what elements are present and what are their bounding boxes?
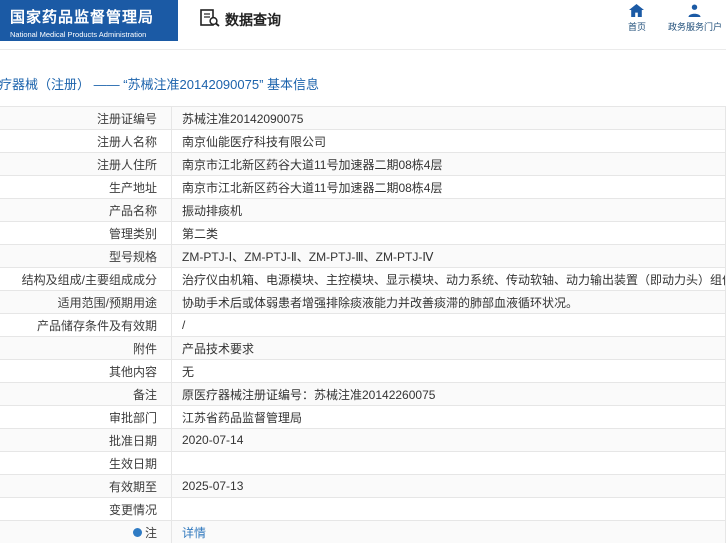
row-label: 产品名称 [0,199,172,221]
home-icon [629,4,645,17]
nav-home[interactable]: 首页 [628,4,646,33]
site-title: 国家药品监督管理局 [10,9,155,26]
site-header: 国家药品监督管理局 National Medical Products Admi… [0,0,726,50]
table-row: 生效日期 [0,452,725,475]
row-value: 原医疗器械注册证编号：苏械注准20142260075 [182,387,436,402]
note-icon [132,527,142,537]
table-row: 管理类别 第二类 [0,222,725,245]
row-value [172,498,725,520]
row-value: 2025-07-13 [182,479,244,493]
row-label: 其他内容 [0,360,172,382]
row-value: ZM-PTJ-Ⅰ、ZM-PTJ-Ⅱ、ZM-PTJ-Ⅲ、ZM-PTJ-Ⅳ [182,249,434,264]
site-subtitle: National Medical Products Administration [10,30,147,39]
row-value: 产品技术要求 [182,341,255,356]
row-label: 批准日期 [0,429,172,451]
nav-portal-label: 政务服务门户 [667,22,722,32]
data-query-label: 数据查询 [225,11,281,28]
table-row: 备注 原医疗器械注册证编号：苏械注准20142260075 [0,383,725,406]
data-query-section: 数据查询 [200,9,281,30]
table-row: 结构及组成/主要组成成分 治疗仪由机箱、电源模块、主控模块、显示模块、动力系统、… [0,268,725,291]
row-label: 适用范围/预期用途 [0,291,172,313]
row-label: 备注 [0,383,172,405]
row-value: 振动排痰机 [182,203,243,218]
table-row: 注册人住所 南京市江北新区药谷大道11号加速器二期08栋4层 [0,153,725,176]
table-row: 生产地址 南京市江北新区药谷大道11号加速器二期08栋4层 [0,176,725,199]
row-value: 江苏省药品监督管理局 [182,410,303,425]
row-label: 附件 [0,337,172,359]
row-label: 生产地址 [0,176,172,198]
table-row: 变更情况 [0,498,725,521]
row-value: 南京仙能医疗科技有限公司 [182,134,327,149]
row-value: 治疗仪由机箱、电源模块、主控模块、显示模块、动力系统、传动软轴、动力输出装置（即… [182,272,725,287]
row-value: 第二类 [182,226,219,241]
row-value: 2020-07-14 [182,433,244,447]
row-value: / [182,318,186,332]
table-row: 注册证编号 苏械注准20142090075 [0,107,725,130]
table-row: 适用范围/预期用途 协助手术后或体弱患者增强排除痰液能力并改善痰滞的肺部血液循环… [0,291,725,314]
row-label: 注册人名称 [0,130,172,152]
row-value: 南京市江北新区药谷大道11号加速器二期08栋4层 [182,180,443,195]
row-label: 生效日期 [0,452,172,474]
row-label: 结构及组成/主要组成成分 [0,268,172,290]
row-label: 管理类别 [0,222,172,244]
page-title: 医疗器械（注册） —— “苏械注准20142090075” 基本信息 [0,77,320,92]
table-row: 型号规格 ZM-PTJ-Ⅰ、ZM-PTJ-Ⅱ、ZM-PTJ-Ⅲ、ZM-PTJ-Ⅳ [0,245,725,268]
main-content: 医疗器械（注册） —— “苏械注准20142090075” 基本信息 注册证编号… [0,50,726,543]
top-nav: 首页 政务服务门户 [628,4,722,33]
detail-link[interactable]: 详情 [182,524,206,541]
row-label: 型号规格 [0,245,172,267]
data-query-icon [200,9,220,30]
row-value: 协助手术后或体弱患者增强排除痰液能力并改善痰滞的肺部血液循环状况。 [182,295,579,310]
row-value: 无 [182,364,195,379]
row-label-note: 注 [0,521,172,543]
table-row: 批准日期 2020-07-14 [0,429,725,452]
table-row: 产品储存条件及有效期 / [0,314,725,337]
row-value: 详情 [172,521,725,543]
row-label: 有效期至 [0,475,172,497]
row-value: 苏械注准20142090075 [182,111,304,126]
page: 国家药品监督管理局 National Medical Products Admi… [0,0,726,543]
row-label: 审批部门 [0,406,172,428]
table-row: 产品名称 振动排痰机 [0,199,725,222]
row-label: 产品储存条件及有效期 [0,314,172,336]
table-row: 其他内容 无 [0,360,725,383]
table-row-note: 注 详情 [0,521,725,543]
row-label: 注册证编号 [0,107,172,129]
row-label: 变更情况 [0,498,172,520]
table-row: 附件 产品技术要求 [0,337,725,360]
info-table: 注册证编号 苏械注准20142090075 注册人名称 南京仙能医疗科技有限公司… [0,106,726,543]
table-row: 注册人名称 南京仙能医疗科技有限公司 [0,130,725,153]
nav-home-label: 首页 [627,22,646,32]
person-icon [688,4,701,17]
row-value [172,452,725,474]
row-value: 南京市江北新区药谷大道11号加速器二期08栋4层 [182,157,443,172]
table-row: 有效期至 2025-07-13 [0,475,725,498]
row-label: 注 [144,525,157,540]
site-logo[interactable]: 国家药品监督管理局 National Medical Products Admi… [0,0,178,41]
row-label: 注册人住所 [0,153,172,175]
table-row: 审批部门 江苏省药品监督管理局 [0,406,725,429]
nav-portal[interactable]: 政务服务门户 [668,4,722,33]
